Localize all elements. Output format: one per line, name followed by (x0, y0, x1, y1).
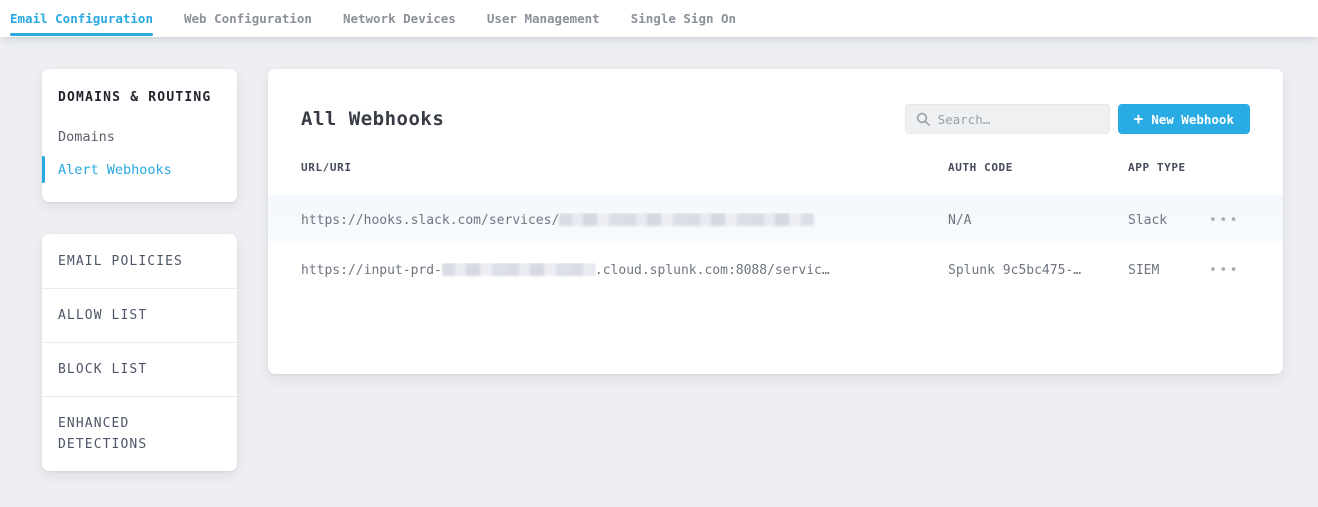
auth-code-cell: N/A (948, 213, 1128, 228)
plus-icon: + (1134, 111, 1144, 127)
app-type-cell: SIEM (1128, 263, 1207, 278)
webhooks-panel: All Webhooks + New Webhook URL/URI AUTH … (268, 69, 1283, 374)
active-indicator-bar (42, 156, 45, 183)
tab-network-devices[interactable]: Network Devices (343, 0, 456, 37)
sidebar-item-email-policies[interactable]: EMAIL POLICIES (42, 234, 237, 288)
column-header-auth-code: AUTH CODE (948, 161, 1128, 174)
auth-code-cell: Splunk 9c5bc475-… (948, 263, 1128, 278)
row-actions-menu-icon[interactable]: ••• (1207, 260, 1242, 281)
url-suffix: .cloud.splunk.com:8088/servic… (595, 263, 830, 278)
sidebar-sections-card: EMAIL POLICIES ALLOW LIST BLOCK LIST ENH… (42, 234, 237, 471)
tab-email-configuration[interactable]: Email Configuration (10, 0, 153, 37)
search-input[interactable] (938, 112, 1099, 127)
column-header-app-type: APP TYPE (1128, 161, 1207, 174)
tab-web-configuration[interactable]: Web Configuration (184, 0, 312, 37)
redacted-url-segment (442, 263, 595, 276)
sidebar-item-block-list[interactable]: BLOCK LIST (42, 342, 237, 396)
sidebar-item-allow-list[interactable]: ALLOW LIST (42, 288, 237, 342)
sidebar: DOMAINS & ROUTING Domains Alert Webhooks… (42, 69, 237, 471)
sidebar-item-alert-webhooks[interactable]: Alert Webhooks (42, 153, 237, 186)
new-webhook-label: New Webhook (1151, 112, 1234, 127)
domains-routing-heading: DOMAINS & ROUTING (42, 90, 237, 105)
sidebar-item-enhanced-detections[interactable]: ENHANCED DETECTIONS (42, 396, 237, 471)
url-prefix: https://hooks.slack.com/services/ (301, 213, 559, 228)
search-icon (916, 112, 930, 126)
redacted-url-segment (559, 213, 814, 226)
new-webhook-button[interactable]: + New Webhook (1118, 104, 1250, 134)
domains-routing-card: DOMAINS & ROUTING Domains Alert Webhooks (42, 69, 237, 202)
sidebar-item-label: Alert Webhooks (58, 162, 172, 178)
table-row-splunk-webhook[interactable]: https://input-prd- .cloud.splunk.com:8088… (268, 245, 1283, 295)
webhook-url-cell: https://input-prd- .cloud.splunk.com:8088… (301, 263, 948, 278)
app-type-cell: Slack (1128, 213, 1207, 228)
webhooks-toolbar: All Webhooks + New Webhook (301, 104, 1250, 134)
page-content: DOMAINS & ROUTING Domains Alert Webhooks… (0, 37, 1318, 471)
url-prefix: https://input-prd- (301, 263, 442, 278)
row-actions-menu-icon[interactable]: ••• (1207, 210, 1242, 231)
sidebar-item-label: Domains (58, 129, 115, 145)
column-header-url: URL/URI (301, 161, 948, 174)
sidebar-item-domains[interactable]: Domains (42, 120, 237, 153)
table-row-slack-webhook[interactable]: https://hooks.slack.com/services/ N/A Sl… (268, 195, 1283, 245)
tab-single-sign-on[interactable]: Single Sign On (631, 0, 736, 37)
table-header-row: URL/URI AUTH CODE APP TYPE (301, 161, 1250, 195)
tab-user-management[interactable]: User Management (487, 0, 600, 37)
webhook-url-cell: https://hooks.slack.com/services/ (301, 213, 948, 228)
search-box[interactable] (905, 104, 1110, 134)
top-nav: Email Configuration Web Configuration Ne… (0, 0, 1318, 37)
page-title: All Webhooks (301, 108, 444, 130)
